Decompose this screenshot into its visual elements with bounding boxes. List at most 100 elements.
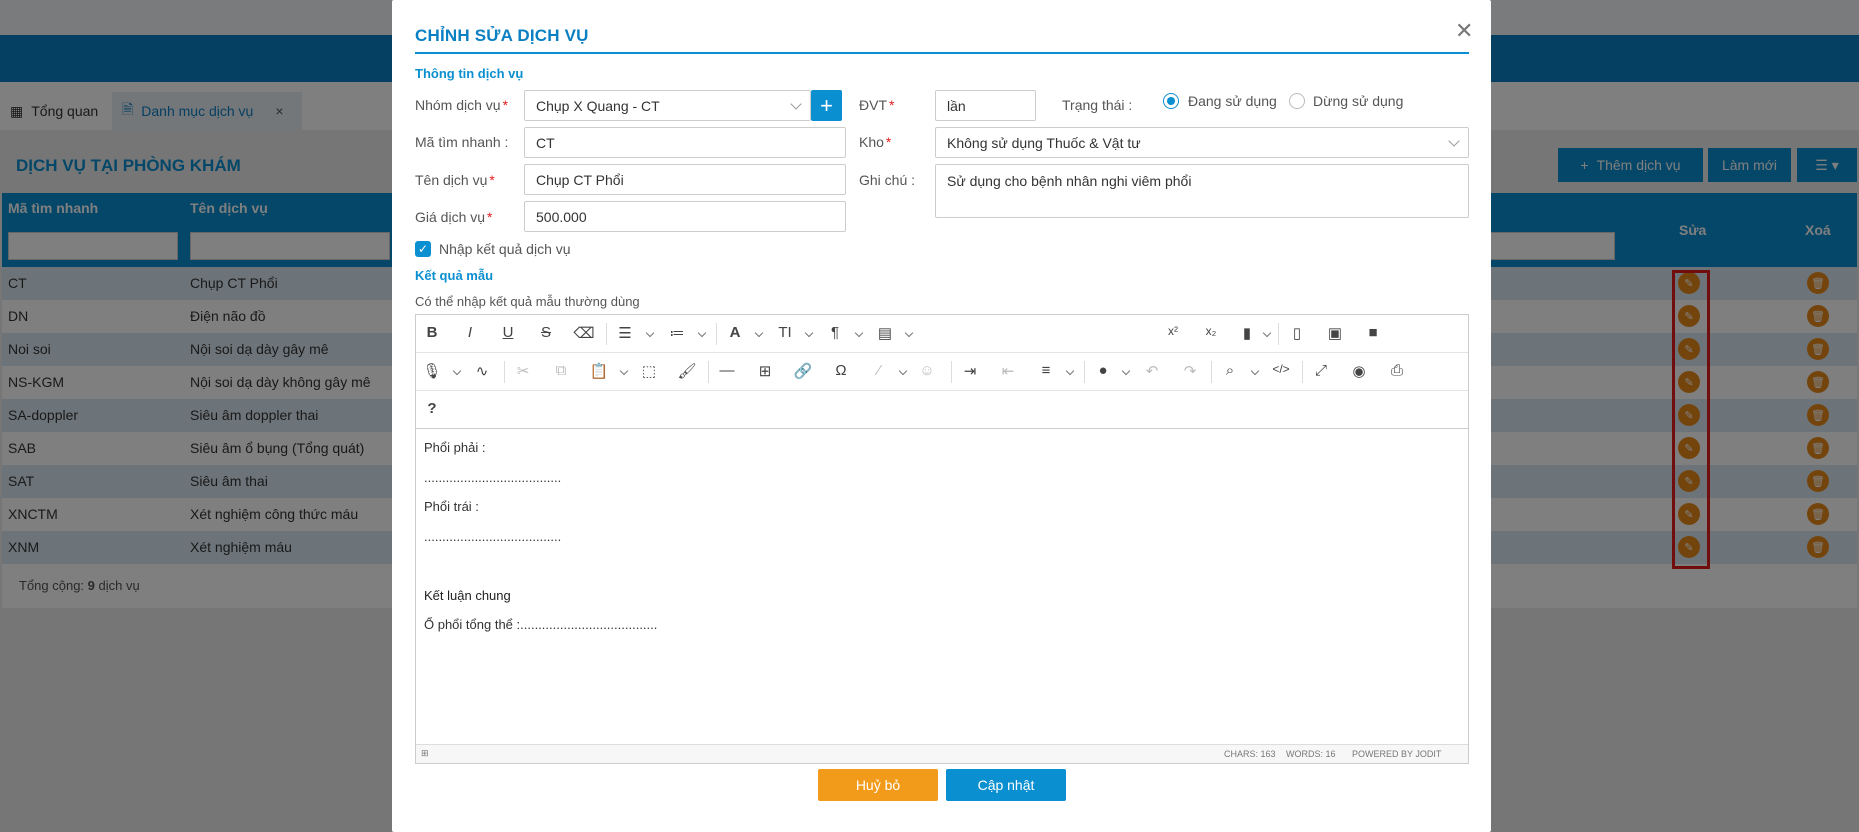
- status-active-label[interactable]: Đang sử dụng: [1188, 93, 1277, 109]
- redo-icon[interactable]: ↷: [1179, 362, 1201, 380]
- paragraph-icon[interactable]: ¶: [824, 324, 846, 341]
- link-icon[interactable]: 🔗: [792, 362, 814, 380]
- chevron-down-icon[interactable]: [1250, 366, 1260, 376]
- enter-result-checkbox[interactable]: ✓: [415, 241, 431, 257]
- numbered-list-icon[interactable]: ≔: [666, 324, 688, 342]
- editor-line: Phổi trái :: [424, 499, 479, 514]
- toolbar-separator: [1278, 323, 1279, 345]
- status-active-radio[interactable]: [1163, 93, 1179, 109]
- toolbar-separator: [1084, 361, 1085, 383]
- toolbar-separator: [606, 323, 607, 345]
- table-icon[interactable]: ⊞: [754, 362, 776, 380]
- chevron-down-icon[interactable]: [452, 366, 462, 376]
- chevron-down-icon[interactable]: [754, 328, 764, 338]
- omega-icon[interactable]: Ω: [830, 362, 852, 379]
- video-icon[interactable]: ■: [1362, 324, 1384, 341]
- close-icon[interactable]: ✕: [1455, 20, 1473, 42]
- horizontal-rule-icon[interactable]: —: [716, 362, 738, 379]
- chevron-down-icon[interactable]: [804, 328, 814, 338]
- chevron-down-icon[interactable]: [645, 328, 655, 338]
- status-label: Trạng thái :: [1062, 97, 1133, 113]
- chevron-down-icon[interactable]: [854, 328, 864, 338]
- outdent-icon[interactable]: ⇤: [997, 362, 1019, 380]
- chevron-down-icon[interactable]: [1121, 366, 1131, 376]
- status-inactive-label[interactable]: Dừng sử dụng: [1313, 93, 1403, 109]
- color-drop-icon[interactable]: ●: [1092, 362, 1114, 379]
- char-count: CHARS: 163: [1224, 749, 1276, 759]
- required-mark: *: [885, 134, 892, 150]
- unit-label-text: ĐVT: [859, 97, 887, 113]
- warehouse-value: Không sử dụng Thuốc & Vật tư: [947, 134, 1141, 151]
- search-icon[interactable]: ⌕: [1219, 362, 1241, 379]
- resize-grip-icon[interactable]: ⊞: [421, 748, 429, 759]
- undo-icon[interactable]: ↶: [1141, 362, 1163, 380]
- cut-icon[interactable]: ✂: [512, 362, 534, 380]
- chevron-down-icon: [1448, 135, 1460, 147]
- code-input[interactable]: CT: [524, 127, 846, 158]
- superscript-icon[interactable]: x²: [1162, 324, 1184, 338]
- dialog-title: CHỈNH SỬA DỊCH VỤ: [415, 26, 589, 45]
- cancel-button[interactable]: Huỷ bỏ: [818, 769, 938, 801]
- status-inactive-radio[interactable]: [1289, 93, 1305, 109]
- fullscreen-icon[interactable]: ⤢: [1310, 362, 1332, 379]
- unit-input[interactable]: lần: [935, 90, 1036, 121]
- subscript-icon[interactable]: x₂: [1200, 324, 1222, 338]
- image-icon[interactable]: ▣: [1324, 324, 1346, 342]
- editor-content[interactable]: Phổi phải : ............................…: [416, 429, 1468, 759]
- underline-icon[interactable]: U: [497, 324, 519, 341]
- chevron-down-icon[interactable]: [898, 366, 908, 376]
- section-result-template: Kết quả mẫu: [415, 268, 494, 283]
- chevron-down-icon[interactable]: [619, 366, 629, 376]
- update-button[interactable]: Cập nhật: [946, 769, 1066, 801]
- enter-result-label: Nhập kết quả dịch vụ: [439, 241, 571, 257]
- bullet-list-icon[interactable]: ☰: [614, 324, 636, 342]
- italic-icon[interactable]: I: [459, 324, 481, 341]
- font-size-icon[interactable]: TI: [774, 324, 796, 341]
- line-height-icon[interactable]: ▤: [874, 324, 896, 342]
- group-select[interactable]: Chụp X Quang - CT: [524, 90, 811, 121]
- code-label: Mã tìm nhanh :: [415, 134, 509, 150]
- select-all-icon[interactable]: ⬚: [638, 362, 660, 380]
- magic-wand-icon[interactable]: ⁄: [868, 362, 890, 379]
- name-input[interactable]: Chụp CT Phổi: [524, 164, 846, 195]
- spellcheck-icon[interactable]: ∿: [471, 362, 493, 380]
- chevron-down-icon[interactable]: [1065, 366, 1075, 376]
- editor-line: ......................................: [424, 529, 562, 544]
- help-icon[interactable]: ?: [421, 400, 443, 417]
- align-icon[interactable]: ≡: [1035, 362, 1057, 379]
- copy-icon[interactable]: ⧉: [550, 362, 572, 379]
- add-group-button[interactable]: +: [811, 90, 842, 121]
- bold-icon[interactable]: B: [421, 324, 443, 341]
- title-underline: [415, 52, 1469, 54]
- group-value: Chụp X Quang - CT: [536, 97, 660, 114]
- toolbar-separator: [1302, 361, 1303, 383]
- price-input[interactable]: 500.000: [524, 201, 846, 232]
- toolbar-separator: [951, 361, 952, 383]
- result-hint: Có thể nhập kết quả mẫu thường dùng: [415, 294, 640, 309]
- warehouse-label: Kho *: [859, 134, 891, 150]
- warehouse-select[interactable]: Không sử dụng Thuốc & Vật tư: [935, 127, 1469, 158]
- format-painter-icon[interactable]: 🖌: [676, 362, 698, 380]
- eraser-icon[interactable]: ⌫: [573, 324, 595, 342]
- document-icon[interactable]: ▯: [1286, 324, 1308, 342]
- indent-icon[interactable]: ⇥: [959, 362, 981, 380]
- microphone-icon[interactable]: 🎙: [421, 362, 443, 380]
- print-icon[interactable]: ⎙: [1386, 362, 1408, 379]
- powered-by-jodit[interactable]: POWERED BY JODIT: [1352, 749, 1441, 759]
- chevron-down-icon[interactable]: [904, 328, 914, 338]
- section-service-info: Thông tin dịch vụ: [415, 66, 524, 81]
- paste-icon[interactable]: 📋: [588, 362, 610, 380]
- chevron-down-icon[interactable]: [1262, 328, 1272, 338]
- ai-assistant-icon[interactable]: ☺: [916, 362, 938, 379]
- preview-eye-icon[interactable]: ◉: [1348, 362, 1370, 380]
- strikethrough-icon[interactable]: S: [535, 324, 557, 341]
- note-textarea[interactable]: Sử dụng cho bệnh nhân nghi viêm phổi: [935, 164, 1469, 218]
- unit-label: ĐVT *: [859, 97, 894, 113]
- font-icon[interactable]: A: [724, 324, 746, 341]
- chevron-down-icon[interactable]: [697, 328, 707, 338]
- editor-statusbar: ⊞ CHARS: 163 WORDS: 16 POWERED BY JODIT: [416, 744, 1468, 763]
- file-icon[interactable]: ▮: [1236, 324, 1258, 342]
- group-label-text: Nhóm dịch vụ: [415, 97, 501, 113]
- price-label-text: Giá dịch vụ: [415, 209, 486, 225]
- source-code-icon[interactable]: </>: [1270, 362, 1292, 376]
